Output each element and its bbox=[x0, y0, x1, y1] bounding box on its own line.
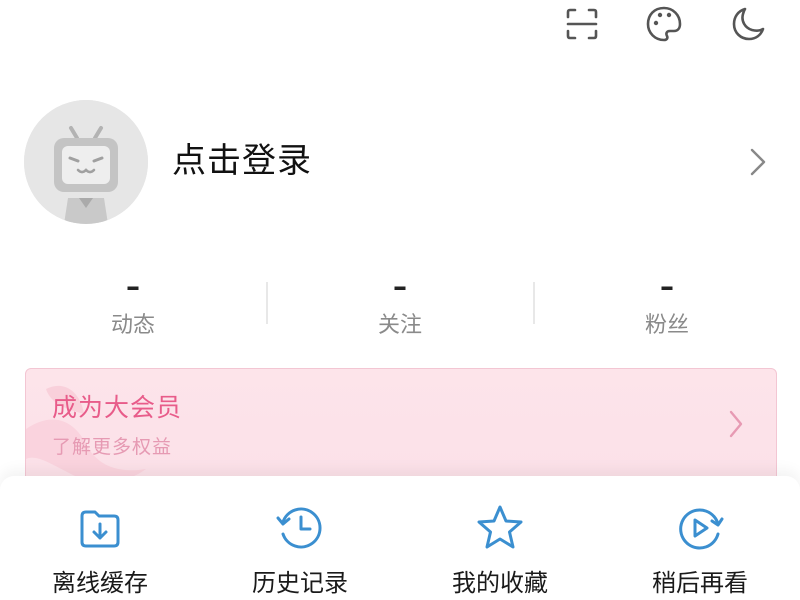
action-offline-cache[interactable]: 离线缓存 bbox=[0, 502, 200, 598]
stat-followers[interactable]: – 粉丝 bbox=[534, 270, 800, 350]
scan-icon[interactable] bbox=[562, 4, 602, 44]
moon-icon[interactable] bbox=[728, 4, 768, 44]
quick-actions-card: 离线缓存 历史记录 我的收藏 稍后再看 bbox=[0, 476, 800, 600]
vip-title: 成为大会员 bbox=[52, 393, 183, 422]
action-history[interactable]: 历史记录 bbox=[200, 502, 400, 598]
stats-bar: – 动态 – 关注 – 粉丝 bbox=[0, 270, 800, 350]
stat-label: 动态 bbox=[110, 313, 155, 338]
action-label: 稍后再看 bbox=[652, 569, 748, 597]
stat-dynamics[interactable]: – 动态 bbox=[0, 270, 266, 350]
download-folder-icon bbox=[80, 510, 120, 548]
star-icon bbox=[477, 505, 523, 549]
palette-icon[interactable] bbox=[644, 4, 684, 44]
chevron-right-icon bbox=[750, 148, 766, 176]
action-favorites[interactable]: 我的收藏 bbox=[400, 502, 600, 598]
history-clock-icon bbox=[276, 507, 322, 549]
action-label: 我的收藏 bbox=[452, 569, 548, 597]
stat-value: – bbox=[660, 270, 674, 303]
avatar[interactable] bbox=[24, 100, 148, 224]
vip-subtitle: 了解更多权益 bbox=[52, 436, 173, 458]
login-row[interactable]: 点击登录 bbox=[0, 100, 800, 224]
action-watch-later[interactable]: 稍后再看 bbox=[600, 502, 800, 598]
action-label: 离线缓存 bbox=[52, 569, 148, 597]
stat-value: – bbox=[393, 270, 407, 303]
stat-label: 关注 bbox=[377, 313, 422, 338]
chevron-right-icon bbox=[729, 410, 743, 438]
stat-value: – bbox=[126, 270, 140, 303]
stat-following[interactable]: – 关注 bbox=[267, 270, 533, 350]
login-label[interactable]: 点击登录 bbox=[172, 136, 312, 186]
watch-later-icon bbox=[679, 508, 724, 550]
action-label: 历史记录 bbox=[252, 569, 348, 597]
stat-label: 粉丝 bbox=[644, 313, 689, 338]
